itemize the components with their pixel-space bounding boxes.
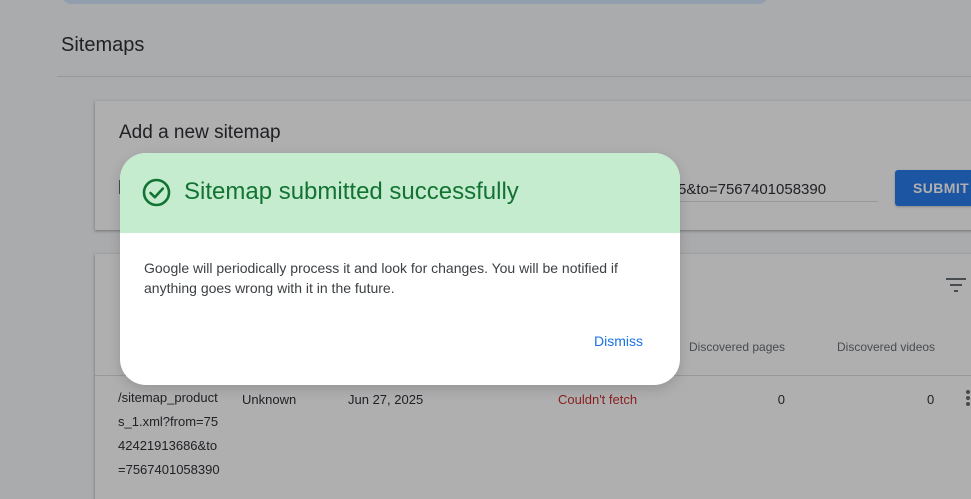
- check-circle-icon: [142, 178, 171, 207]
- dialog-message: Google will periodically process it and …: [144, 260, 618, 296]
- success-dialog: Sitemap submitted successfully Google wi…: [120, 153, 680, 385]
- dialog-title: Sitemap submitted successfully: [184, 178, 519, 205]
- dismiss-button[interactable]: Dismiss: [594, 333, 643, 349]
- dialog-header: Sitemap submitted successfully: [120, 153, 680, 233]
